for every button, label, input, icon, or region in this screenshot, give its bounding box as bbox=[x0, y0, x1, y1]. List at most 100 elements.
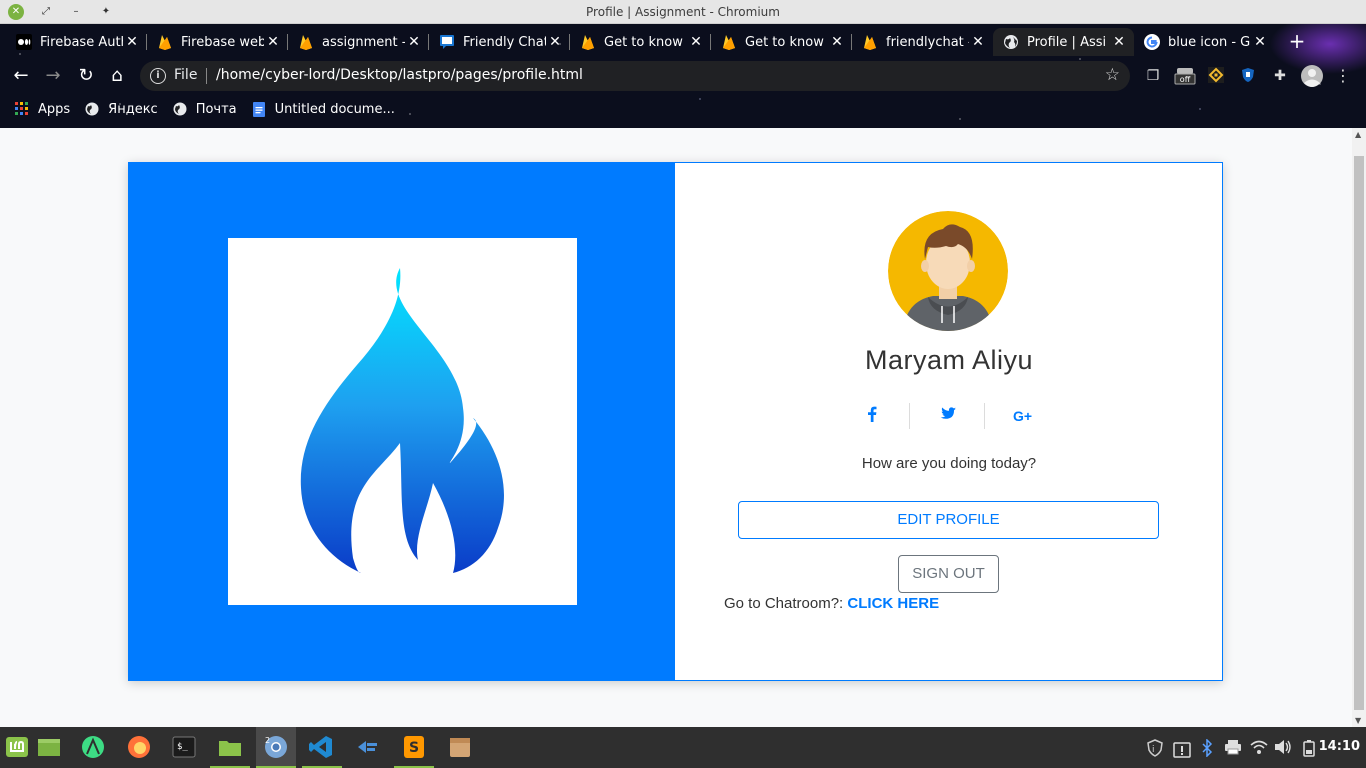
tab-close-icon[interactable]: ✕ bbox=[546, 34, 564, 50]
bookmark-yandex[interactable]: Яндекс bbox=[84, 101, 158, 117]
url-text[interactable]: /home/cyber-lord/Desktop/lastpro/pages/p… bbox=[216, 67, 583, 83]
tab-label: Firebase web bbox=[181, 34, 264, 50]
profile-card: Maryam Aliyu G+ How are you doing today? bbox=[128, 162, 1223, 681]
tab-close-icon[interactable]: ✕ bbox=[687, 34, 705, 50]
sublime-text-icon[interactable]: S bbox=[401, 734, 427, 760]
update-manager-icon[interactable] bbox=[1172, 739, 1192, 763]
system-taskbar: $_ 2 S i 14:10 bbox=[0, 727, 1366, 768]
tab-friendlychat[interactable]: friendlychat - ✕ bbox=[852, 28, 993, 56]
google-plus-icon: G+ bbox=[1012, 408, 1033, 424]
tab-label: Get to know bbox=[604, 34, 683, 50]
wifi-icon[interactable] bbox=[1250, 739, 1268, 759]
back-arrow-icon[interactable]: ← bbox=[10, 65, 32, 87]
bookmark-mail[interactable]: Почта bbox=[172, 101, 237, 117]
firebase-icon bbox=[862, 34, 878, 50]
forward-arrow-icon[interactable]: → bbox=[42, 65, 64, 87]
tab-get-to-know-2[interactable]: Get to know ✕ bbox=[711, 28, 852, 56]
puzzle-extensions-icon[interactable]: ✚ bbox=[1271, 67, 1289, 85]
tab-assignment[interactable]: assignment - ✕ bbox=[288, 28, 429, 56]
tab-close-icon[interactable]: ✕ bbox=[123, 34, 141, 50]
brand-panel bbox=[128, 162, 675, 681]
svg-text:off: off bbox=[1180, 75, 1191, 84]
avatar bbox=[888, 211, 1008, 331]
menu-kebab-icon[interactable]: ⋮ bbox=[1334, 67, 1352, 85]
bookmark-label: Untitled docume... bbox=[274, 101, 395, 117]
vscode-icon[interactable] bbox=[308, 734, 334, 760]
tab-close-icon[interactable]: ✕ bbox=[264, 34, 282, 50]
shield-extension-icon[interactable] bbox=[1239, 67, 1257, 85]
tab-close-icon[interactable]: ✕ bbox=[1110, 34, 1128, 50]
bookmark-apps[interactable]: Apps bbox=[14, 101, 70, 117]
tab-close-icon[interactable]: ✕ bbox=[828, 34, 846, 50]
tab-get-to-know-1[interactable]: Get to know ✕ bbox=[570, 28, 711, 56]
files-icon[interactable] bbox=[217, 734, 243, 760]
volume-icon[interactable] bbox=[1274, 739, 1292, 759]
mint-menu-icon[interactable] bbox=[4, 734, 30, 760]
scheme-label: File bbox=[174, 67, 198, 83]
show-desktop-icon[interactable] bbox=[36, 734, 62, 760]
tab-profile-active[interactable]: Profile | Assi ✕ bbox=[993, 28, 1134, 56]
android-studio-icon[interactable] bbox=[80, 734, 106, 760]
sign-out-button[interactable]: SIGN OUT bbox=[898, 555, 999, 593]
edit-profile-button[interactable]: EDIT PROFILE bbox=[738, 501, 1159, 539]
tab-label: Friendly Chat bbox=[463, 34, 546, 50]
shield-tray-icon[interactable]: i bbox=[1146, 739, 1164, 761]
address-bar[interactable]: i File /home/cyber-lord/Desktop/lastpro/… bbox=[140, 61, 1130, 91]
bluetooth-icon[interactable] bbox=[1200, 738, 1214, 761]
tab-friendly-chat[interactable]: Friendly Chat ✕ bbox=[429, 28, 570, 56]
bookmark-star-icon[interactable]: ☆ bbox=[1105, 65, 1120, 85]
off-extension-icon[interactable]: off bbox=[1174, 67, 1196, 85]
globe-icon bbox=[172, 101, 188, 117]
scroll-up-arrow-icon[interactable]: ▲ bbox=[1355, 130, 1361, 139]
scroll-thumb[interactable] bbox=[1354, 156, 1364, 710]
chatroom-link[interactable]: CLICK HERE bbox=[847, 595, 939, 612]
firebase-icon bbox=[157, 34, 173, 50]
copy-extension-icon[interactable]: ❐ bbox=[1144, 67, 1162, 85]
new-tab-button[interactable]: + bbox=[1283, 28, 1311, 56]
dev-tool-icon[interactable] bbox=[354, 734, 380, 760]
reload-icon[interactable]: ↻ bbox=[75, 65, 97, 87]
binance-extension-icon[interactable] bbox=[1207, 67, 1225, 85]
bookmark-label: Apps bbox=[38, 101, 71, 117]
svg-text:2: 2 bbox=[265, 736, 270, 745]
info-icon[interactable]: i bbox=[150, 68, 166, 84]
battery-icon[interactable] bbox=[1302, 739, 1316, 761]
firefox-icon[interactable] bbox=[126, 734, 152, 760]
home-icon[interactable]: ⌂ bbox=[106, 65, 128, 87]
window-titlebar: ✕ ⤢ – ✦ Profile | Assignment - Chromium bbox=[0, 0, 1366, 24]
tab-label: blue icon - Go bbox=[1168, 34, 1251, 50]
firebase-icon bbox=[298, 34, 314, 50]
firebase-icon bbox=[580, 34, 596, 50]
social-links: G+ bbox=[835, 403, 1060, 429]
svg-text:$_: $_ bbox=[177, 742, 188, 752]
tab-firebase-web[interactable]: Firebase web ✕ bbox=[147, 28, 288, 56]
bookmarks-bar: Apps Яндекс Почта Untitled docume... bbox=[0, 96, 395, 122]
page-scrollbar[interactable]: ▲ ▼ bbox=[1352, 128, 1366, 727]
printer-icon[interactable] bbox=[1224, 739, 1242, 759]
archive-manager-icon[interactable] bbox=[447, 734, 473, 760]
docs-icon bbox=[251, 101, 267, 117]
google-plus-link[interactable]: G+ bbox=[985, 403, 1060, 429]
clock[interactable]: 14:10 bbox=[1319, 739, 1360, 754]
facebook-link[interactable] bbox=[835, 403, 910, 429]
globe-icon bbox=[1003, 34, 1019, 50]
profile-avatar-icon[interactable] bbox=[1300, 64, 1324, 88]
chat-icon bbox=[439, 34, 455, 50]
flame-logo bbox=[228, 238, 577, 605]
tab-firebase-auth[interactable]: Firebase Auth ✕ bbox=[6, 28, 147, 56]
tab-blue-icon[interactable]: blue icon - Go ✕ bbox=[1134, 28, 1275, 56]
tab-close-icon[interactable]: ✕ bbox=[969, 34, 987, 50]
bookmark-label: Почта bbox=[195, 101, 237, 117]
bookmark-label: Яндекс bbox=[108, 101, 158, 117]
twitter-link[interactable] bbox=[910, 403, 985, 429]
window-title: Profile | Assignment - Chromium bbox=[586, 5, 780, 19]
tab-close-icon[interactable]: ✕ bbox=[405, 34, 423, 50]
google-icon bbox=[1144, 34, 1160, 50]
profile-panel: Maryam Aliyu G+ How are you doing today? bbox=[675, 162, 1223, 681]
terminal-icon[interactable]: $_ bbox=[171, 734, 197, 760]
chatroom-prompt: Go to Chatroom?: CLICK HERE bbox=[724, 595, 939, 612]
bookmark-untitled-doc[interactable]: Untitled docume... bbox=[251, 101, 395, 117]
chromium-icon[interactable]: 2 bbox=[263, 734, 289, 760]
scroll-down-arrow-icon[interactable]: ▼ bbox=[1355, 716, 1361, 725]
tab-close-icon[interactable]: ✕ bbox=[1251, 34, 1269, 50]
